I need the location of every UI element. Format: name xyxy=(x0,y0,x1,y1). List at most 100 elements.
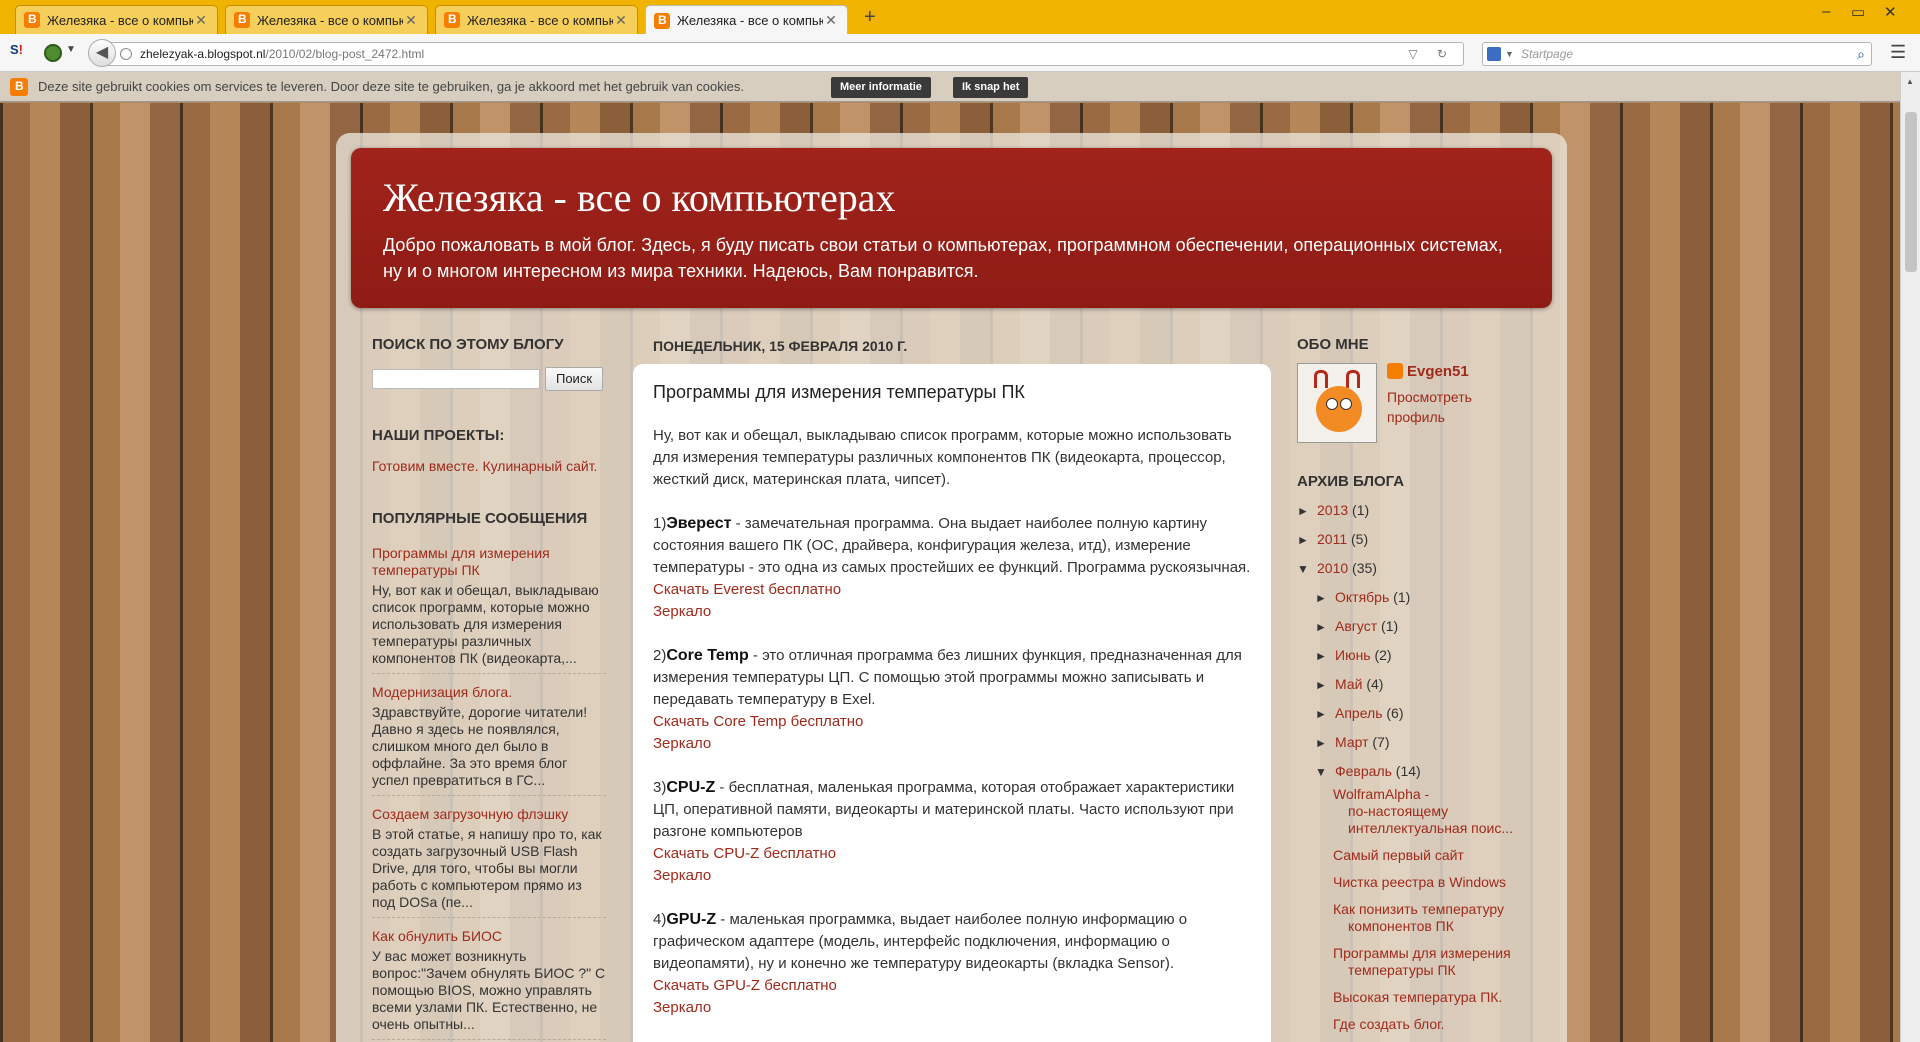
archive-month-link[interactable]: Май xyxy=(1335,676,1362,692)
archive-post-link[interactable]: Как понизить температуру компонентов ПК xyxy=(1333,901,1542,935)
browser-tab[interactable]: Железяка - все о компью... ✕ xyxy=(225,5,428,34)
archive-year-link[interactable]: 2011 xyxy=(1317,531,1347,547)
startpage-icon[interactable]: S! xyxy=(10,42,30,62)
close-window-button[interactable]: ✕ xyxy=(1884,3,1897,21)
close-icon[interactable]: ✕ xyxy=(613,12,629,29)
profile: Evgen51 Просмотреть профиль xyxy=(1297,363,1542,453)
expand-icon[interactable]: ► xyxy=(1315,671,1335,699)
mirror-link[interactable]: Зеркало xyxy=(653,865,1251,887)
cookie-text: Deze site gebruikt cookies om services t… xyxy=(38,79,744,94)
chevron-down-icon[interactable]: ▼ xyxy=(1505,43,1514,65)
address-bar[interactable]: zhelezyak-a.blogspot.nl/2010/02/blog-pos… xyxy=(104,42,1464,66)
search-engine-icon[interactable] xyxy=(1487,47,1501,61)
projects-link[interactable]: Готовим вместе. Кулинарный сайт. xyxy=(372,458,606,474)
popular-post-link[interactable]: Как обнулить БИОС xyxy=(372,928,606,945)
archive-month-link[interactable]: Август xyxy=(1335,618,1377,634)
avatar[interactable] xyxy=(1297,363,1377,443)
archive-post-link[interactable]: WolframAlpha - по-настоящему интеллектуа… xyxy=(1333,786,1542,837)
archive-post-link[interactable]: Программы для измерения температуры ПК xyxy=(1333,945,1542,979)
item-number: 4) xyxy=(653,911,667,928)
item-number: 1) xyxy=(653,515,667,532)
post-date: ПОНЕДЕЛЬНИК, 15 ФЕВРАЛЯ 2010 Г. xyxy=(653,338,908,354)
url-path: /2010/02/blog-post_2472.html xyxy=(265,47,425,61)
minimize-button[interactable]: – xyxy=(1822,3,1830,20)
popular-post-snippet: У вас может возникнуть вопрос:"Зачем обн… xyxy=(372,948,606,1032)
expand-icon[interactable]: ► xyxy=(1315,642,1335,670)
popular-post-snippet: Ну, вот как и обещал, выкладываю список … xyxy=(372,582,599,666)
archive-month-link[interactable]: Июнь xyxy=(1335,647,1371,663)
popular-post-link[interactable]: Создаем загрузочную флэшку xyxy=(372,806,606,823)
addon-icon[interactable] xyxy=(44,44,62,62)
expand-icon[interactable]: ► xyxy=(1315,729,1335,757)
download-link[interactable]: Скачать CPU-Z бесплатно xyxy=(653,843,1251,865)
maximize-button[interactable]: ▭ xyxy=(1851,3,1865,21)
expand-icon[interactable]: ► xyxy=(1315,613,1335,641)
archive-month[interactable]: ► Апрель (6) xyxy=(1315,699,1542,728)
profile-name[interactable]: Evgen51 xyxy=(1407,363,1469,380)
menu-icon[interactable]: ☰ xyxy=(1890,43,1908,61)
archive-month[interactable]: ► Март (7) xyxy=(1315,728,1542,757)
more-info-button[interactable]: Meer informatie xyxy=(831,77,931,98)
blog-description: Добро пожаловать в мой блог. Здесь, я бу… xyxy=(383,235,1503,281)
archive-year[interactable]: ▼ 2010 (35) xyxy=(1297,554,1542,583)
popular-post-link[interactable]: Модернизация блога. xyxy=(372,684,606,701)
program-name: CPU-Z xyxy=(666,779,716,796)
browser-tab-active[interactable]: Железяка - все о компью... ✕ xyxy=(645,5,848,35)
expand-icon[interactable]: ► xyxy=(1297,526,1317,554)
accept-cookies-button[interactable]: Ik snap het xyxy=(953,77,1029,98)
archive-month-link[interactable]: Апрель xyxy=(1335,705,1383,721)
expand-icon[interactable]: ► xyxy=(1315,700,1335,728)
mirror-link[interactable]: Зеркало xyxy=(653,601,1251,623)
close-icon[interactable]: ✕ xyxy=(403,12,419,29)
browser-tab[interactable]: Железяка - все о компью... ✕ xyxy=(15,5,218,34)
popular-post-link[interactable]: Программы для измерения температуры ПК xyxy=(372,545,606,579)
archive-month-link[interactable]: Февраль xyxy=(1335,763,1392,779)
left-sidebar: ПОИСК ПО ЭТОМУ БЛОГУ Поиск НАШИ ПРОЕКТЫ:… xyxy=(372,336,606,1042)
archive-month[interactable]: ► Май (4) xyxy=(1315,670,1542,699)
archive-month-link[interactable]: Март xyxy=(1335,734,1369,750)
chevron-down-icon[interactable]: ▼ xyxy=(66,44,76,55)
close-icon[interactable]: ✕ xyxy=(823,12,839,29)
archive-post-line: WolframAlpha - xyxy=(1333,786,1430,802)
archive-year-link[interactable]: 2013 xyxy=(1317,502,1348,518)
archive-month[interactable]: ► Октябрь (1) xyxy=(1315,583,1542,612)
archive-year-link[interactable]: 2010 xyxy=(1317,560,1348,576)
archive-post-link[interactable]: Где создать блог. xyxy=(1333,1016,1542,1033)
expand-icon[interactable]: ► xyxy=(1297,497,1317,525)
reload-icon[interactable]: ▽ ↻ xyxy=(1408,43,1455,65)
archive-year[interactable]: ► 2011 (5) xyxy=(1297,525,1542,554)
blog-title[interactable]: Железяка - все о компьютерах xyxy=(383,174,895,221)
search-input[interactable]: ▼ Startpage ⌕ xyxy=(1482,42,1872,66)
archive-month[interactable]: ► Июнь (2) xyxy=(1315,641,1542,670)
archive-month[interactable]: ► Август (1) xyxy=(1315,612,1542,641)
collapse-icon[interactable]: ▼ xyxy=(1297,555,1317,583)
blog-search-button[interactable]: Поиск xyxy=(545,367,603,391)
archive-post-link[interactable]: Чистка реестра в Windows xyxy=(1333,874,1542,891)
download-link[interactable]: Скачать Everest бесплатно xyxy=(653,579,1251,601)
tab-title: Железяка - все о компью... xyxy=(467,12,613,28)
new-tab-button[interactable]: + xyxy=(864,6,876,29)
archive-post-link[interactable]: Высокая температура ПК. xyxy=(1333,989,1542,1006)
search-icon[interactable]: ⌕ xyxy=(1857,43,1865,65)
download-link[interactable]: Скачать Core Temp бесплатно xyxy=(653,711,1251,733)
archive-month[interactable]: ▼ Февраль (14) xyxy=(1315,757,1542,786)
blog-search-input[interactable] xyxy=(372,369,540,389)
mirror-link[interactable]: Зеркало xyxy=(653,997,1251,1019)
expand-icon[interactable]: ► xyxy=(1315,584,1335,612)
browser-tab[interactable]: Железяка - все о компью... ✕ xyxy=(435,5,638,34)
archive-post-link[interactable]: Самый первый сайт xyxy=(1333,847,1542,864)
popular-post-snippet: Здравствуйте, дорогие читатели! Давно я … xyxy=(372,704,588,788)
archive-year[interactable]: ► 2013 (1) xyxy=(1297,496,1542,525)
view-profile-link[interactable]: Просмотреть профиль xyxy=(1387,387,1497,427)
scrollbar[interactable]: ▲ xyxy=(1900,72,1920,1042)
back-button[interactable]: ◀ xyxy=(88,39,116,67)
download-link[interactable]: Скачать GPU-Z бесплатно xyxy=(653,975,1251,997)
post-title[interactable]: Программы для измерения температуры ПК xyxy=(653,382,1251,403)
scrollbar-thumb[interactable] xyxy=(1905,112,1917,272)
collapse-icon[interactable]: ▼ xyxy=(1315,758,1335,786)
mirror-link[interactable]: Зеркало xyxy=(653,733,1251,755)
archive-month-link[interactable]: Октябрь xyxy=(1335,589,1389,605)
close-icon[interactable]: ✕ xyxy=(193,12,209,29)
program-item: 3)CPU-Z - бесплатная, маленькая программ… xyxy=(653,777,1251,887)
scroll-up-icon[interactable]: ▲ xyxy=(1906,77,1914,86)
